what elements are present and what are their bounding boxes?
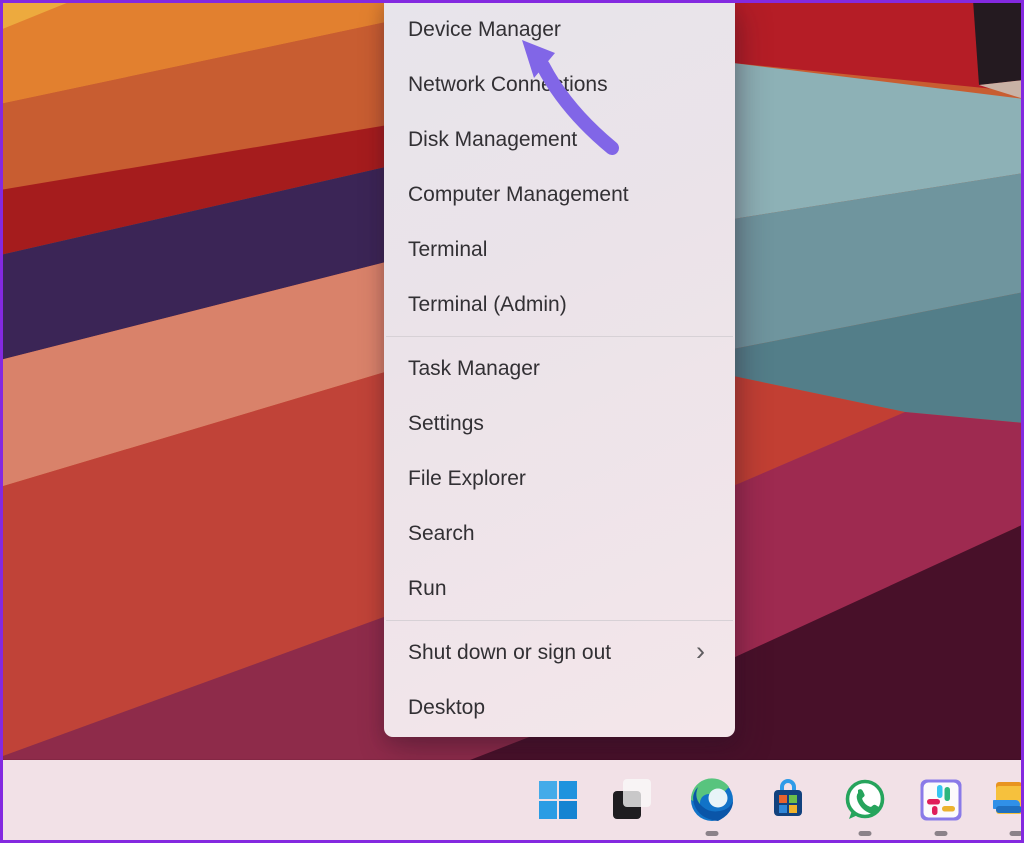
submenu-chevron-icon: › bbox=[696, 638, 705, 665]
menu-item-label: Task Manager bbox=[408, 357, 540, 381]
whatsapp-icon bbox=[842, 777, 888, 823]
menu-item-desktop[interactable]: Desktop bbox=[384, 680, 735, 735]
menu-item-label: Device Manager bbox=[408, 18, 561, 42]
task-view-button[interactable] bbox=[609, 777, 655, 823]
menu-item-label: Disk Management bbox=[408, 128, 577, 152]
menu-item-label: Terminal bbox=[408, 238, 487, 262]
microsoft-store-icon bbox=[765, 777, 811, 823]
menu-item-label: Shut down or sign out bbox=[408, 641, 611, 665]
desktop-screenshot: Device Manager Network Connections Disk Ma… bbox=[0, 0, 1024, 843]
menu-item-device-manager[interactable]: Device Manager bbox=[384, 2, 735, 57]
folder-icon bbox=[993, 777, 1024, 823]
menu-item-file-explorer[interactable]: File Explorer bbox=[384, 451, 735, 506]
menu-item-shut-down-or-sign-out[interactable]: Shut down or sign out › bbox=[384, 625, 735, 680]
menu-item-label: Run bbox=[408, 577, 447, 601]
slack-button[interactable] bbox=[918, 777, 964, 823]
menu-item-label: Settings bbox=[408, 412, 484, 436]
running-indicator bbox=[935, 831, 948, 836]
running-indicator bbox=[859, 831, 872, 836]
menu-item-label: Network Connections bbox=[408, 73, 608, 97]
menu-item-settings[interactable]: Settings bbox=[384, 396, 735, 451]
menu-item-label: File Explorer bbox=[408, 467, 526, 491]
slack-icon bbox=[918, 777, 964, 823]
windows-logo-icon bbox=[535, 777, 581, 823]
whatsapp-button[interactable] bbox=[842, 777, 888, 823]
running-indicator bbox=[1010, 831, 1023, 836]
menu-item-run[interactable]: Run bbox=[384, 561, 735, 616]
menu-item-terminal-admin[interactable]: Terminal (Admin) bbox=[384, 277, 735, 332]
menu-item-label: Computer Management bbox=[408, 183, 629, 207]
menu-item-disk-management[interactable]: Disk Management bbox=[384, 112, 735, 167]
menu-item-task-manager[interactable]: Task Manager bbox=[384, 341, 735, 396]
menu-item-network-connections[interactable]: Network Connections bbox=[384, 57, 735, 112]
menu-separator bbox=[386, 620, 733, 621]
start-button[interactable] bbox=[535, 777, 581, 823]
taskbar bbox=[0, 760, 1024, 843]
winx-menu-list: Device Manager Network Connections Disk Ma… bbox=[384, 0, 735, 737]
edge-browser-button[interactable] bbox=[689, 777, 735, 823]
task-view-icon bbox=[609, 777, 655, 823]
winx-menu: Device Manager Network Connections Disk Ma… bbox=[384, 0, 735, 737]
edge-icon bbox=[689, 777, 735, 823]
menu-item-label: Search bbox=[408, 522, 475, 546]
menu-item-label: Desktop bbox=[408, 696, 485, 720]
menu-item-computer-management[interactable]: Computer Management bbox=[384, 167, 735, 222]
menu-item-label: Terminal (Admin) bbox=[408, 293, 567, 317]
menu-item-search[interactable]: Search bbox=[384, 506, 735, 561]
menu-separator bbox=[386, 336, 733, 337]
files-app-button[interactable] bbox=[993, 777, 1024, 823]
menu-item-terminal[interactable]: Terminal bbox=[384, 222, 735, 277]
running-indicator bbox=[706, 831, 719, 836]
microsoft-store-button[interactable] bbox=[765, 777, 811, 823]
